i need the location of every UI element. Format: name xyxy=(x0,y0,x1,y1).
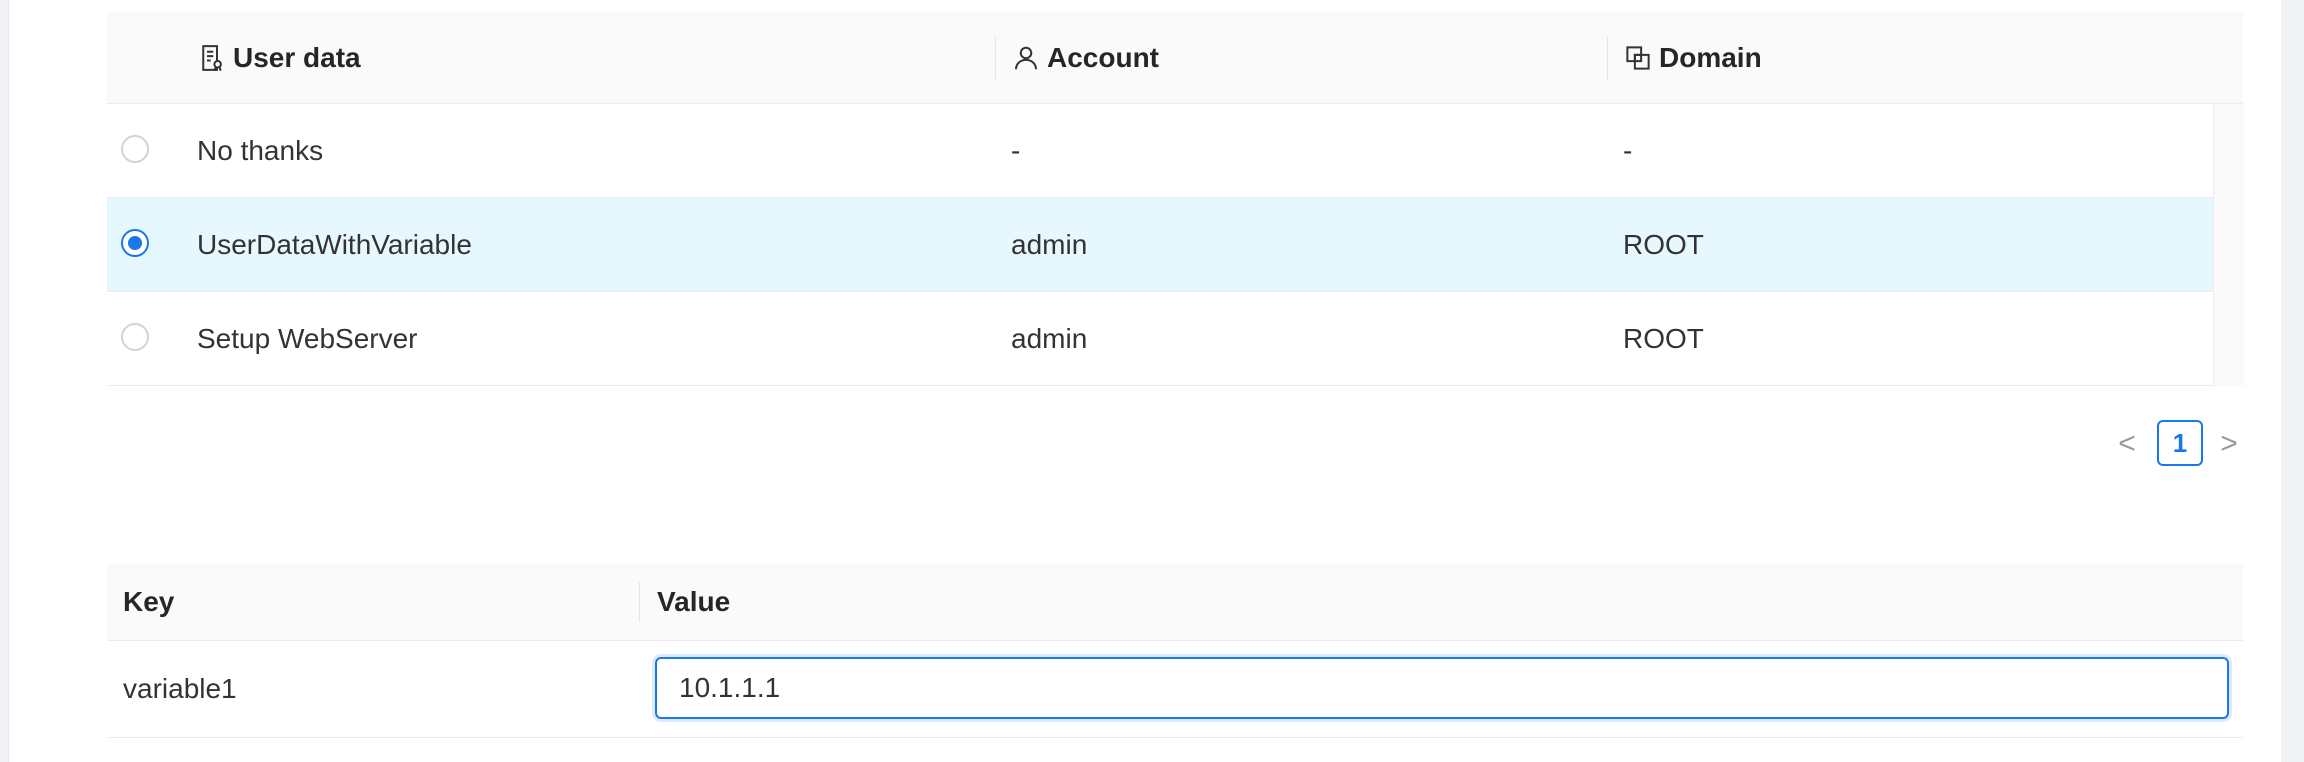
column-header-value: Value xyxy=(657,586,731,617)
userdata-name: Setup WebServer xyxy=(197,322,418,354)
table-scrollbar[interactable] xyxy=(2213,104,2244,386)
variables-table: Key Value variable1 xyxy=(107,564,2243,738)
table-header: Key Value xyxy=(107,564,2243,641)
table-row: variable1 xyxy=(107,641,2243,738)
column-divider xyxy=(1607,36,1608,80)
account-value: admin xyxy=(1011,228,1088,260)
userdata-name: No thanks xyxy=(197,134,324,166)
account-value: admin xyxy=(1011,322,1088,354)
column-label-userdata: User data xyxy=(233,41,361,73)
prev-page-button[interactable]: < xyxy=(2113,420,2141,468)
userdata-table: User data Account Domain No thanks - - U… xyxy=(107,12,2244,386)
column-header-domain[interactable]: Domain xyxy=(1623,12,1762,103)
table-body: No thanks - - UserDataWithVariable admin… xyxy=(107,104,2213,386)
domain-value: - xyxy=(1623,134,1633,166)
column-label-account: Account xyxy=(1047,41,1159,73)
column-header-userdata[interactable]: User data xyxy=(197,12,361,103)
domain-value: ROOT xyxy=(1623,228,1704,260)
column-header-account[interactable]: Account xyxy=(1011,12,1159,103)
row-radio[interactable] xyxy=(121,229,149,257)
variable-value-input[interactable] xyxy=(655,657,2229,719)
variable-key: variable1 xyxy=(123,673,237,704)
column-divider xyxy=(995,36,996,80)
table-row[interactable]: No thanks - - xyxy=(107,104,2213,198)
userdata-name: UserDataWithVariable xyxy=(197,228,472,260)
account-value: - xyxy=(1011,134,1021,166)
content-panel: User data Account Domain No thanks - - U… xyxy=(8,0,2281,762)
next-page-button[interactable]: > xyxy=(2215,420,2243,468)
table-row[interactable]: Setup WebServer admin ROOT xyxy=(107,292,2213,386)
row-radio[interactable] xyxy=(121,135,149,163)
row-radio[interactable] xyxy=(121,323,149,351)
column-divider xyxy=(639,582,640,622)
table-row[interactable]: UserDataWithVariable admin ROOT xyxy=(107,198,2213,292)
page-1-button[interactable]: 1 xyxy=(2157,420,2203,466)
user-icon xyxy=(1011,43,1041,73)
table-header: User data Account Domain xyxy=(107,12,2243,104)
column-label-domain: Domain xyxy=(1659,41,1762,73)
block-icon xyxy=(1623,43,1653,73)
domain-value: ROOT xyxy=(1623,322,1704,354)
column-header-key: Key xyxy=(123,586,175,617)
file-text-icon xyxy=(197,43,227,73)
